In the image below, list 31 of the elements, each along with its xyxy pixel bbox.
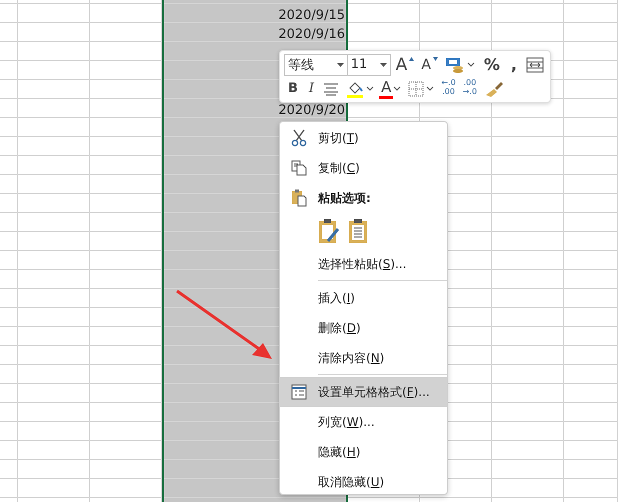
dropdown-arrow-icon (336, 62, 344, 66)
font-name-field[interactable]: 等线 (284, 54, 348, 76)
font-size-field[interactable]: 11 (346, 54, 391, 76)
menu-item[interactable]: 设置单元格格式(F)... (280, 377, 447, 407)
paint-bucket-icon (346, 80, 364, 98)
copy-icon (291, 160, 307, 176)
shrink-font-button[interactable]: A (419, 54, 440, 76)
up-triangle-icon (409, 56, 414, 60)
date-cell: 2020/9/16 (278, 27, 346, 42)
scissors-icon (291, 129, 307, 147)
comma-button[interactable]: , (506, 54, 521, 76)
column-width-icon (526, 56, 544, 72)
down-triangle-icon (432, 56, 438, 60)
paste-formatting-icon[interactable] (318, 218, 340, 244)
date-cell: 2020/9/20 (278, 103, 346, 118)
money-icon (444, 56, 465, 74)
date-cell: 2020/9/15 (278, 8, 346, 23)
borders-icon (408, 80, 424, 96)
bold-button[interactable]: B (284, 78, 302, 100)
dropdown-arrow-icon (380, 62, 387, 66)
brush-icon (484, 80, 504, 98)
format-cells-icon (291, 384, 307, 400)
clipboard-icon (291, 189, 307, 207)
font-color-button[interactable]: A (379, 78, 404, 100)
percent-button[interactable]: % (480, 54, 504, 76)
italic-button[interactable]: I (304, 78, 318, 100)
increase-decimal-button[interactable]: ←.0 .00 (439, 78, 458, 100)
center-align-icon (323, 82, 340, 96)
paste-values-icon[interactable] (348, 218, 368, 244)
grow-font-button[interactable]: A (394, 54, 416, 76)
decrease-decimal-button[interactable]: .00 →.0 (460, 78, 480, 100)
